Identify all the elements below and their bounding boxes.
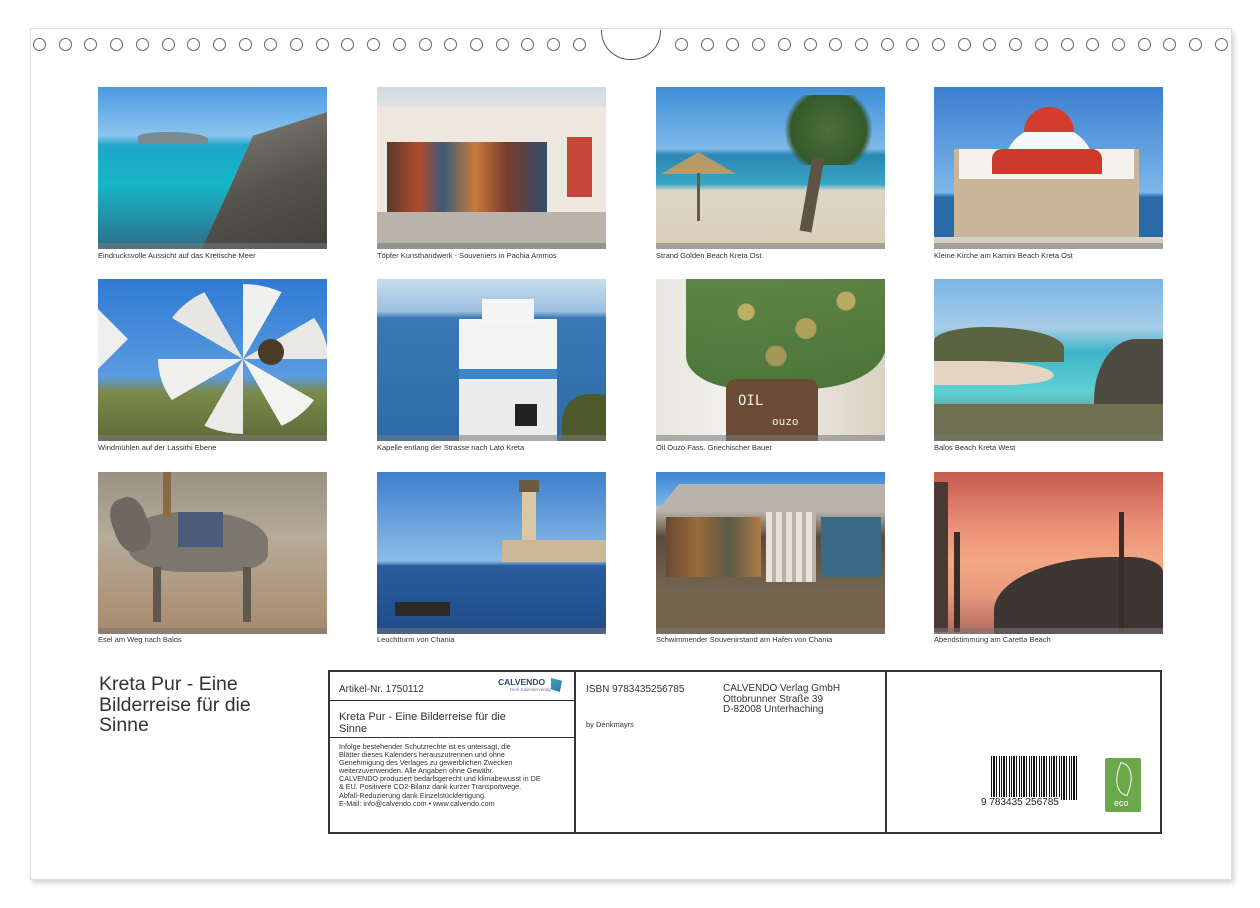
binding-ring: [315, 38, 329, 51]
binding-ring: [135, 38, 149, 51]
photo-lassithi-windmills: [98, 279, 327, 441]
sign-oil-text: OIL: [738, 393, 764, 409]
row-divider: [330, 737, 574, 738]
product-title-line: Sinne: [339, 722, 368, 735]
barcode: 9 783435 256785: [979, 756, 1085, 808]
binding-ring: [495, 38, 509, 51]
column-divider: [574, 672, 576, 832]
photo-caption: Schwimmender Souvenirstand am Hafen von …: [656, 635, 833, 644]
publisher-address: CALVENDO Verlag GmbH Ottobrunner Straße …: [723, 683, 841, 716]
binding-ring: [110, 38, 124, 51]
binding-ring: [1034, 38, 1048, 51]
binding-ring: [469, 38, 483, 51]
binding-ring: [777, 38, 791, 51]
photo-chapel-lato: [377, 279, 606, 441]
photo-kamini-church: [934, 87, 1163, 249]
binding-ring: [212, 38, 226, 51]
calvendo-logo-text: CALVENDO: [498, 677, 546, 687]
binding-ring: [854, 38, 868, 51]
legal-notice: Infolge bestehender Schutzrechte ist es …: [339, 742, 571, 808]
author: by Denkmayrs: [586, 720, 634, 729]
photo-caption: Windmühlen auf der Lassithi Ebene: [98, 443, 217, 452]
publisher-line: CALVENDO Verlag GmbH: [723, 683, 841, 694]
binding-ring: [752, 38, 766, 51]
binding-ring: [238, 38, 252, 51]
binding-ring: [803, 38, 817, 51]
binding-ring: [932, 38, 945, 51]
photo-caption: Eindrucksvolle Aussicht auf das Kretisch…: [98, 251, 256, 260]
binding-ring: [675, 38, 688, 51]
photo-caption: Esel am Weg nach Balos: [98, 635, 182, 644]
photo-caretta-beach-sunset: [934, 472, 1163, 634]
title-line: Bilderreise für die: [99, 693, 251, 716]
binding-ring: [1137, 38, 1151, 51]
eco-label-text: eco: [1114, 798, 1129, 808]
photo-caption: Abendstimmung am Caretta Beach: [934, 635, 1051, 644]
binding-ring: [367, 38, 381, 51]
product-title-line: Kreta Pur - Eine Bilderreise für die: [339, 711, 506, 723]
photo-caption: Kapelle entlang der Strasse nach Lato Kr…: [377, 443, 525, 452]
calvendo-logo-mark: [551, 678, 562, 692]
photo-floating-souvenir-stand: [656, 472, 885, 634]
binding-ring: [290, 38, 303, 51]
product-info-box: Artikel-Nr. 1750112 CALVENDO Dein Kalend…: [328, 670, 1162, 834]
photo-balos-beach: [934, 279, 1163, 441]
eco-label: eco: [1105, 758, 1141, 812]
binding-ring: [418, 38, 432, 51]
photo-caption: Töpfer Kunsthandwerk - Souveniers in Pac…: [377, 251, 557, 260]
binding-ring: [392, 38, 406, 51]
legal-line: E-Mail: info@calvendo.com • www.calvendo…: [339, 798, 495, 808]
calvendo-logo-subtext: Dein Kalenderverlag: [510, 687, 551, 692]
photo-oil-ouzo-barrel: OIL ouzo: [656, 279, 885, 441]
barcode-bars: [991, 756, 1079, 800]
binding-ring: [572, 38, 586, 51]
photo-caption: Balos Beach Kreta West: [934, 443, 1016, 452]
publisher-line: D-82008 Unterhaching: [723, 704, 824, 715]
sign-ouzo-text: ouzo: [772, 415, 799, 428]
photo-caption: Oil Ouzo Fass. Griechischer Bauer: [656, 443, 772, 452]
binding-ring: [1111, 38, 1125, 51]
photo-cretan-sea-view: [98, 87, 327, 249]
photo-chania-lighthouse: [377, 472, 606, 634]
binding-ring: [58, 38, 72, 51]
binding-ring: [1214, 38, 1228, 51]
title-line: Kreta Pur - Eine: [99, 673, 238, 695]
photo-caption: Strand Golden Beach Kreta Ost: [656, 251, 762, 260]
binding-ring: [33, 38, 46, 51]
binding-ring: [880, 38, 894, 51]
binding-ring: [1009, 38, 1023, 51]
column-divider: [885, 672, 887, 832]
article-number: Artikel-Nr. 1750112: [339, 684, 424, 695]
binding-ring: [1189, 38, 1202, 51]
isbn: ISBN 9783435256785: [586, 684, 685, 695]
calvendo-logo: CALVENDO Dein Kalenderverlag: [498, 677, 570, 697]
title-line: Sinne: [99, 714, 149, 736]
binding-ring: [957, 38, 971, 51]
barcode-digits: 9 783435 256785: [979, 797, 1061, 808]
photo-golden-beach: [656, 87, 885, 249]
photo-donkey: [98, 472, 327, 634]
calendar-title: Kreta Pur - Eine Bilderreise für die Sin…: [99, 674, 319, 736]
barrel-sign: OIL ouzo: [726, 379, 818, 441]
row-divider: [330, 700, 574, 701]
leaf-icon: [1110, 761, 1138, 797]
photo-caption: Leuchtturm von Chania: [377, 635, 455, 644]
photo-caption: Kleine Kirche am Kamini Beach Kreta Ost: [934, 251, 1073, 260]
binding-ring: [700, 38, 714, 51]
binding-ring: [1060, 38, 1074, 51]
binding-ring: [161, 38, 175, 51]
binding-ring: [547, 38, 560, 51]
photo-pottery-shop: [377, 87, 606, 249]
product-title: Kreta Pur - Eine Bilderreise für die Sin…: [339, 711, 506, 735]
